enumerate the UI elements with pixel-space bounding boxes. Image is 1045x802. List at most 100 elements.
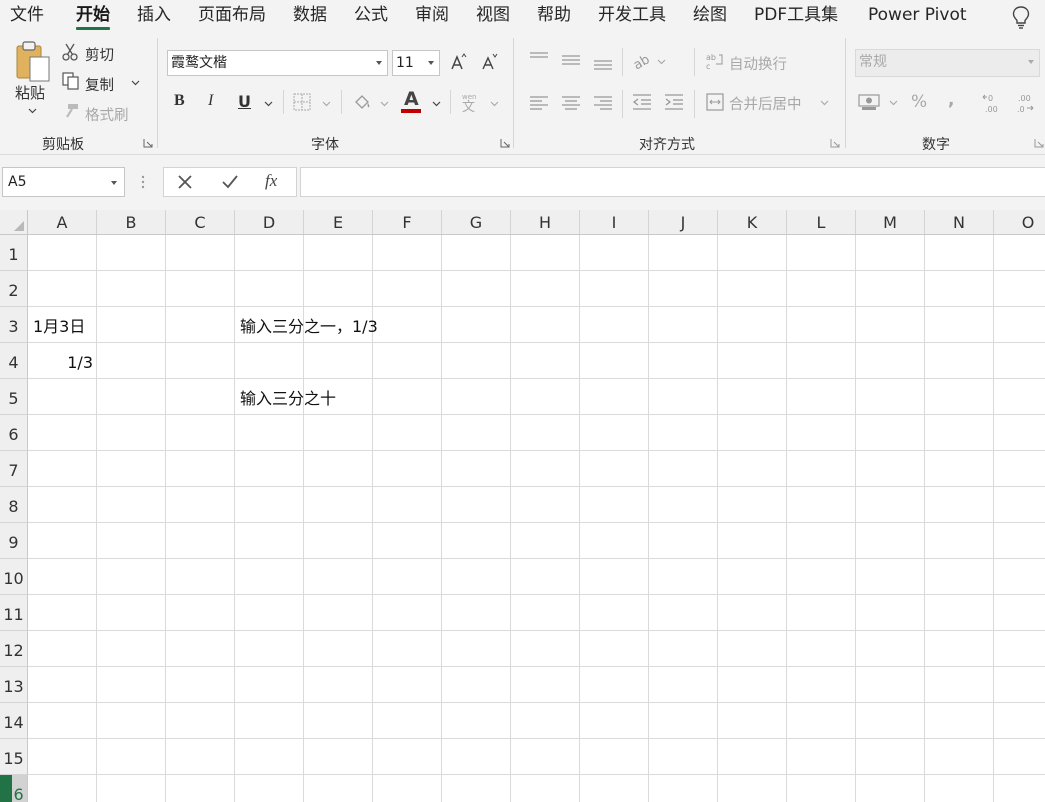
font-color-button[interactable]: A — [404, 88, 419, 110]
clipboard-launcher-icon[interactable] — [143, 138, 153, 148]
increase-decimal-icon[interactable]: 0 .00 — [982, 92, 1004, 114]
tab-help[interactable]: 帮助 — [537, 4, 571, 30]
paste-icon[interactable] — [14, 40, 52, 84]
row-header-9[interactable]: 9 — [0, 523, 28, 559]
cut-button[interactable]: 剪切 — [85, 44, 114, 65]
insert-function-button[interactable]: fx — [265, 171, 277, 191]
borders-icon[interactable] — [293, 93, 311, 111]
formula-input[interactable] — [300, 167, 1045, 197]
column-header-a[interactable]: A — [28, 210, 97, 234]
name-box[interactable]: A5 — [2, 167, 125, 197]
percent-style-button[interactable]: % — [911, 92, 927, 112]
row-header-13[interactable]: 13 — [0, 667, 28, 703]
row-header-2[interactable]: 2 — [0, 271, 28, 307]
tab-pdf-tools[interactable]: PDF工具集 — [754, 4, 838, 30]
paste-dropdown-icon[interactable] — [28, 108, 37, 114]
row-header-14[interactable]: 14 — [0, 703, 28, 739]
bold-button[interactable]: B — [174, 92, 185, 110]
comma-style-button[interactable]: , — [948, 90, 954, 110]
cells-area[interactable]: 1月3日 1/3 输入三分之一，1/3 输入三分之十 — [28, 235, 1045, 802]
cell-d3[interactable]: 输入三分之一，1/3 — [240, 307, 378, 343]
column-header-i[interactable]: I — [580, 210, 649, 234]
tab-home[interactable]: 开始 — [76, 4, 110, 30]
tab-data[interactable]: 数据 — [293, 4, 327, 30]
tab-draw[interactable]: 绘图 — [693, 4, 727, 30]
align-left-icon[interactable] — [529, 96, 549, 110]
increase-font-size-icon[interactable] — [450, 53, 467, 71]
accounting-format-icon[interactable] — [858, 93, 882, 111]
paste-button[interactable]: 粘贴 — [15, 82, 45, 103]
column-header-e[interactable]: E — [304, 210, 373, 234]
copy-button[interactable]: 复制 — [85, 74, 114, 95]
row-header-3[interactable]: 3 — [0, 307, 28, 343]
column-header-b[interactable]: B — [97, 210, 166, 234]
align-center-icon[interactable] — [561, 96, 581, 110]
decrease-indent-icon[interactable] — [632, 94, 652, 110]
orientation-dropdown-icon[interactable] — [657, 59, 666, 65]
row-header-8[interactable]: 8 — [0, 487, 28, 523]
enter-check-icon[interactable] — [221, 174, 239, 190]
borders-dropdown-icon[interactable] — [322, 101, 331, 107]
tab-file[interactable]: 文件 — [10, 4, 44, 30]
column-header-g[interactable]: G — [442, 210, 511, 234]
column-header-h[interactable]: H — [511, 210, 580, 234]
column-header-f[interactable]: F — [373, 210, 442, 234]
font-name-combo[interactable]: 霞鹜文楷 — [167, 50, 388, 76]
underline-dropdown-icon[interactable] — [264, 101, 273, 107]
row-header-15[interactable]: 15 — [0, 739, 28, 775]
tab-view[interactable]: 视图 — [476, 4, 510, 30]
tab-developer[interactable]: 开发工具 — [598, 4, 666, 30]
phonetic-dropdown-icon[interactable] — [490, 101, 499, 107]
lightbulb-icon[interactable] — [1010, 4, 1032, 30]
column-header-l[interactable]: L — [787, 210, 856, 234]
column-header-n[interactable]: N — [925, 210, 994, 234]
row-header-7[interactable]: 7 — [0, 451, 28, 487]
align-bottom-icon[interactable] — [593, 56, 613, 70]
tab-formulas[interactable]: 公式 — [354, 4, 388, 30]
row-header-1[interactable]: 1 — [0, 235, 28, 271]
tab-page-layout[interactable]: 页面布局 — [198, 4, 266, 30]
column-header-c[interactable]: C — [166, 210, 235, 234]
increase-indent-icon[interactable] — [664, 94, 684, 110]
column-header-j[interactable]: J — [649, 210, 718, 234]
merge-center-button[interactable]: 合并后居中 — [729, 93, 802, 114]
cell-d5[interactable]: 输入三分之十 — [240, 379, 336, 415]
merge-dropdown-icon[interactable] — [820, 100, 829, 106]
font-size-combo[interactable]: 11 — [392, 50, 440, 76]
column-header-k[interactable]: K — [718, 210, 787, 234]
row-header-11[interactable]: 11 — [0, 595, 28, 631]
orientation-icon[interactable]: ab — [632, 52, 654, 70]
cell-a4[interactable]: 1/3 — [28, 343, 93, 379]
number-format-combo[interactable]: 常规 — [855, 49, 1040, 77]
align-right-icon[interactable] — [593, 96, 613, 110]
font-launcher-icon[interactable] — [500, 138, 510, 148]
row-header-5[interactable]: 5 — [0, 379, 28, 415]
copy-dropdown-icon[interactable] — [131, 80, 140, 86]
row-header-4[interactable]: 4 — [0, 343, 28, 379]
more-options-icon[interactable] — [140, 174, 146, 190]
number-launcher-icon[interactable] — [1034, 138, 1044, 148]
column-header-o[interactable]: O — [994, 210, 1045, 234]
fill-color-dropdown-icon[interactable] — [380, 101, 389, 107]
decrease-font-size-icon[interactable] — [481, 53, 498, 71]
tab-power-pivot[interactable]: Power Pivot — [868, 4, 967, 30]
underline-button[interactable]: U — [238, 92, 251, 111]
select-all-button[interactable] — [0, 210, 28, 234]
wrap-text-button[interactable]: 自动换行 — [729, 53, 787, 74]
alignment-launcher-icon[interactable] — [830, 138, 840, 148]
accounting-dropdown-icon[interactable] — [889, 100, 898, 106]
row-header-12[interactable]: 12 — [0, 631, 28, 667]
cancel-icon[interactable] — [177, 174, 193, 190]
decrease-decimal-icon[interactable]: .00 .0 — [1014, 92, 1036, 114]
italic-button[interactable]: I — [208, 92, 213, 110]
fill-color-icon[interactable] — [352, 92, 372, 112]
column-header-d[interactable]: D — [235, 210, 304, 234]
cell-a3[interactable]: 1月3日 — [33, 307, 85, 343]
align-top-icon[interactable] — [529, 52, 549, 66]
format-painter-button[interactable]: 格式刷 — [85, 104, 129, 125]
tab-insert[interactable]: 插入 — [137, 4, 171, 30]
tab-review[interactable]: 审阅 — [415, 4, 449, 30]
row-header-6[interactable]: 6 — [0, 415, 28, 451]
font-color-dropdown-icon[interactable] — [432, 101, 441, 107]
align-middle-icon[interactable] — [561, 52, 581, 66]
